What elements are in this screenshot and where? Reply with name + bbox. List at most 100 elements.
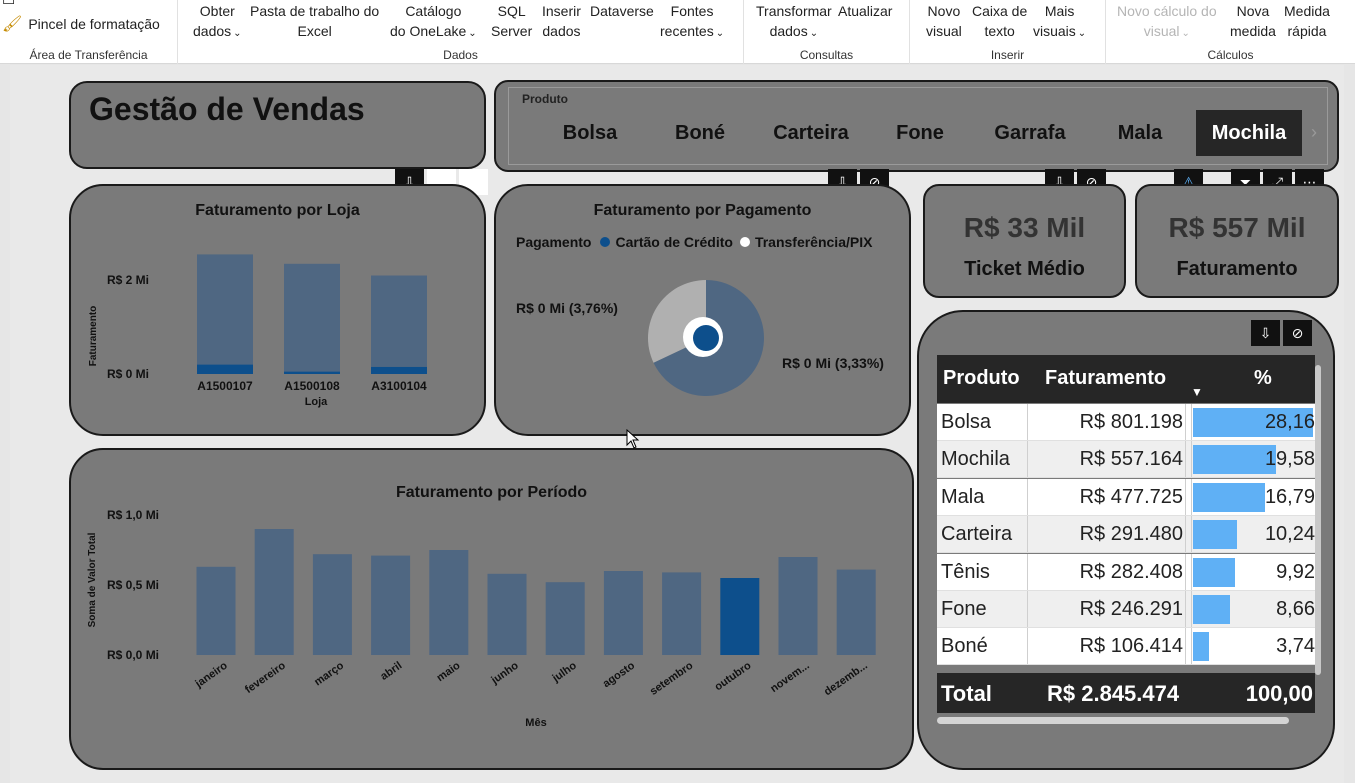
sql-line1: SQL [497, 3, 526, 19]
table-row[interactable]: Mala R$ 477.725 16,79 [937, 478, 1315, 516]
chevron-down-icon: ⌄ [1181, 28, 1190, 39]
dataverse-button[interactable]: Dataverse [590, 1, 654, 21]
block-icon[interactable]: ⊘ [1283, 320, 1312, 346]
cell-fat: R$ 557.164 [1079, 448, 1183, 471]
transformar-dados-button[interactable]: Transformar dados ⌄ [756, 1, 832, 44]
periodo-xlabel: Mês [525, 717, 546, 729]
periodo-bar[interactable] [778, 557, 818, 655]
column-divider [1185, 441, 1186, 478]
dados-group-label: Dados [443, 48, 478, 62]
percent-bar [1193, 482, 1265, 512]
onelake-catalog-button[interactable]: Catálogo do OneLake ⌄ [390, 1, 477, 44]
pie-center-highlight[interactable] [693, 325, 719, 351]
periodo-chart-card[interactable]: Faturamento por Período Soma de Valor To… [69, 448, 914, 770]
table-row[interactable]: Mochila R$ 557.164 19,58 [937, 441, 1315, 479]
periodo-bar[interactable] [429, 550, 469, 655]
periodo-bar[interactable] [487, 573, 527, 655]
slicer-item-fone[interactable]: Fone [876, 110, 964, 156]
periodo-bar[interactable] [371, 555, 411, 655]
kpi-ticket-card[interactable]: R$ 33 Mil Ticket Médio [923, 184, 1126, 298]
obter-dados-button[interactable]: Obter dados ⌄ [193, 1, 242, 44]
loja-chart-card[interactable]: Faturamento por Loja Faturamento Loja R$… [69, 184, 486, 436]
clipboard-top-item[interactable]: ▭ [2, 0, 15, 9]
loja-bar-highlight[interactable] [197, 364, 253, 374]
mais-visuais-button[interactable]: Mais visuais ⌄ [1033, 1, 1086, 44]
loja-bar[interactable] [197, 254, 253, 374]
novo-visual-button[interactable]: Novo visual [926, 1, 962, 41]
header-produto[interactable]: Produto [943, 367, 1020, 390]
table-row[interactable]: Fone R$ 246.291 8,66 [937, 591, 1315, 628]
excel-workbook-button[interactable]: Pasta de trabalho do Excel [250, 1, 379, 41]
format-painter-button[interactable]: 🖌 Pincel de formatação [2, 14, 160, 34]
inserir-group: Novo visual Caixa de texto Mais visuais ⌄… [910, 0, 1106, 64]
periodo-bar[interactable] [312, 554, 352, 655]
kpi-ticket-value: R$ 33 Mil [963, 212, 1086, 243]
calculos-group-label: Cálculos [1207, 48, 1254, 62]
periodo-bar[interactable] [662, 572, 702, 655]
periodo-bar[interactable] [254, 529, 294, 655]
sort-desc-icon[interactable]: ▼ [1191, 385, 1203, 399]
table-row[interactable]: Boné R$ 106.414 3,74 [937, 628, 1315, 666]
pagamento-chart-card[interactable]: Faturamento por Pagamento Pagamento Cart… [494, 184, 911, 436]
onelake-line2: do OneLake [390, 23, 467, 39]
slicer-item-carteira[interactable]: Carteira [764, 110, 858, 156]
periodo-ylabel: Soma de Valor Total [87, 532, 98, 627]
chevron-down-icon: ⌄ [1077, 28, 1087, 39]
clipboard-group-label: Área de Transferência [29, 48, 148, 62]
inserir-dados-button[interactable]: Inserir dados [542, 1, 581, 41]
periodo-bar[interactable] [196, 566, 236, 655]
periodo-xtick-label: maio [435, 659, 463, 684]
slicer-item-mochila[interactable]: Mochila [1196, 110, 1302, 156]
novo-calculo-button[interactable]: Novo cálculo do visual ⌄ [1117, 1, 1217, 44]
header-percent[interactable]: % [1254, 367, 1272, 390]
loja-xtick-label: A1500107 [197, 379, 253, 393]
cell-fat: R$ 246.291 [1079, 598, 1183, 620]
produto-table-card[interactable]: ⇩ ⊘ Produto Faturamento % ▼ Bolsa R$ 801.… [917, 310, 1335, 770]
nova-medida-button[interactable]: Nova medida [1230, 1, 1276, 41]
table-row[interactable]: Tênis R$ 282.408 9,92 [937, 553, 1315, 591]
slicer-item-bolsa[interactable]: Bolsa [546, 110, 634, 156]
loja-bar-highlight[interactable] [284, 371, 340, 374]
ribbon: ▭ 🖌 Pincel de formatação Área de Transfe… [0, 0, 1355, 64]
sql-line2: Server [491, 23, 533, 39]
obter-dados-line1: Obter [199, 3, 235, 19]
novo-visual-line2: visual [926, 23, 962, 39]
title-card[interactable]: Gestão de Vendas [69, 81, 486, 169]
slicer-item-garrafa[interactable]: Garrafa [986, 110, 1074, 156]
calculos-group: Novo cálculo do visual ⌄ Nova medida Medi… [1106, 0, 1355, 64]
loja-xtick-label: A3100104 [371, 379, 427, 393]
periodo-bar[interactable] [720, 578, 760, 655]
periodo-bar[interactable] [545, 582, 585, 655]
loja-bar[interactable] [284, 263, 340, 374]
cell-pct: 16,79 [1264, 485, 1315, 508]
table-row[interactable]: Carteira R$ 291.480 10,24 [937, 516, 1315, 554]
total-pct: 100,00 [1245, 681, 1313, 706]
drill-icon[interactable]: ⇩ [1251, 320, 1280, 346]
periodo-bar[interactable] [603, 571, 643, 655]
periodo-xtick-label: abril [378, 660, 404, 683]
produto-slicer[interactable]: Produto Bolsa Boné Carteira Fone Garrafa… [494, 80, 1339, 172]
horizontal-scrollbar[interactable] [937, 717, 1289, 724]
fontes-recentes-button[interactable]: Fontes recentes ⌄ [660, 1, 724, 44]
table-row[interactable]: Bolsa R$ 801.198 28,16 [937, 404, 1315, 441]
slicer-item-mala[interactable]: Mala [1096, 110, 1184, 156]
caixa-texto-button[interactable]: Caixa de texto [972, 1, 1027, 41]
total-label: Total [941, 681, 992, 706]
header-faturamento[interactable]: Faturamento [1045, 367, 1166, 390]
column-divider [1185, 628, 1186, 665]
loja-bar[interactable] [371, 275, 427, 374]
vertical-scrollbar[interactable] [1315, 365, 1321, 675]
loja-bar-highlight[interactable] [371, 366, 427, 374]
periodo-xtick-label: dezemb... [822, 660, 870, 699]
slicer-item-bone[interactable]: Boné [656, 110, 744, 156]
periodo-bar[interactable] [836, 569, 876, 655]
medida-rapida-button[interactable]: Medida rápida [1284, 1, 1330, 41]
kpi-faturamento-card[interactable]: R$ 557 Mil Faturamento [1135, 184, 1339, 298]
pie-label-left: R$ 0 Mi (3,76%) [516, 300, 618, 316]
column-divider [1191, 441, 1192, 478]
loja-xtick-label: A1500108 [284, 379, 340, 393]
cell-pct: 3,74 [1276, 635, 1315, 658]
sql-server-button[interactable]: SQL Server [491, 1, 532, 41]
chevron-right-icon[interactable]: › [1311, 122, 1317, 143]
atualizar-button[interactable]: Atualizar [838, 1, 892, 21]
